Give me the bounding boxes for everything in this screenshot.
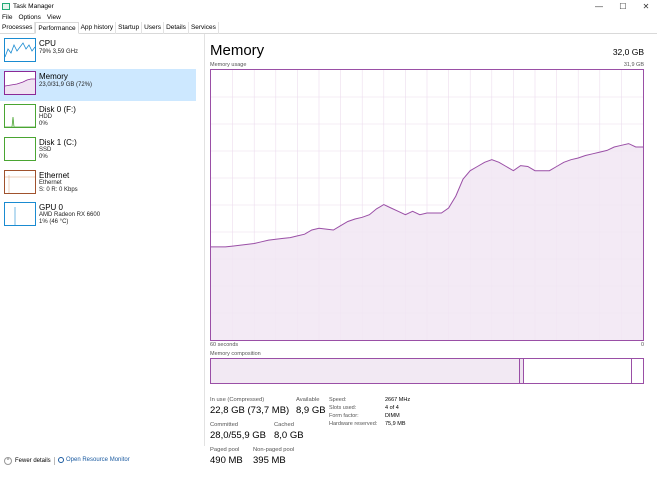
menu-options[interactable]: Options [16,14,44,21]
title-bar: Task Manager [0,0,657,12]
sidebar-item-type: SSD [39,147,52,153]
available-value: 8,9 GB [296,405,326,416]
memory-usage-max: 31,9 GB [623,62,644,68]
in-use-label: In use (Compressed) [210,397,265,403]
sidebar-item-detail: 1% (46 °C) [39,219,69,225]
sidebar-item-ethernet[interactable]: Ethernet Ethernet S: 0 R: 0 Kbps [0,168,196,200]
open-resource-monitor-link[interactable]: Open Resource Monitor [58,457,130,463]
sidebar-item-name: CPU [39,39,56,48]
tab-details[interactable]: Details [164,22,189,34]
axis-time-label: 60 seconds [210,342,239,348]
sidebar-item-memory[interactable]: Memory 23,0/31,9 GB (72%) [0,69,196,101]
fewer-details-label: Fewer details [15,458,51,464]
memory-thumbnail-graph [4,71,36,95]
sidebar-item-type: Ethernet [39,180,62,186]
sidebar-item-disk-1[interactable]: Disk 1 (C:) SSD 0% [0,135,196,167]
ethernet-thumbnail-graph [4,170,36,194]
tab-processes[interactable]: Processes [0,22,36,34]
menu-view[interactable]: View [45,14,65,21]
sidebar-item-type: HDD [39,114,52,120]
composition-standby-segment [523,359,633,383]
hardware-reserved-label: Hardware reserved: [329,421,378,427]
maximize-button[interactable]: ☐ [612,0,634,12]
menu-bar: File Options View [0,12,65,22]
axis-zero-label: 0 [640,342,644,348]
memory-usage-svg [211,70,643,340]
minimize-button[interactable]: — [588,0,610,12]
total-memory: 32,0 GB [612,47,644,57]
tab-bar: Processes Performance App history Startu… [0,22,657,34]
task-manager-icon [2,2,10,10]
fewer-details-button[interactable]: ^ Fewer details [4,457,51,465]
composition-in-use-segment [211,359,520,383]
sidebar-item-detail: 0% [39,154,48,160]
available-label: Available [296,397,320,403]
form-factor-label: Form factor: [329,413,359,419]
sidebar-item-name: Ethernet [39,171,70,180]
footer-separator [54,457,55,465]
in-use-value: 22,8 GB (73,7 MB) [210,405,290,416]
sidebar-item-detail: 23,0/31,9 GB (72%) [39,82,93,88]
gpu-thumbnail-graph [4,202,36,226]
close-button[interactable]: ✕ [635,0,657,12]
memory-usage-label: Memory usage [210,62,247,68]
form-factor-value: DIMM [385,413,400,419]
speed-value: 2667 MHz [385,397,411,403]
memory-composition-label: Memory composition [210,351,261,357]
sidebar-item-name: Disk 1 (C:) [39,138,77,147]
tab-services[interactable]: Services [189,22,219,34]
tab-app-history[interactable]: App history [79,22,117,34]
sidebar-item-cpu[interactable]: CPU 79% 3,59 GHz [0,36,196,68]
sidebar-item-detail: 0% [39,121,48,127]
disk0-thumbnail-graph [4,104,36,128]
slots-used-value: 4 of 4 [385,405,399,411]
sidebar-item-gpu-0[interactable]: GPU 0 AMD Radeon RX 6600 1% (46 °C) [0,200,196,232]
footer: ^ Fewer details Open Resource Monitor [0,446,657,500]
slots-used-label: Slots used: [329,405,357,411]
memory-composition-bar [210,358,644,384]
page-title: Memory [210,42,265,59]
tab-startup[interactable]: Startup [116,22,143,34]
disk1-thumbnail-graph [4,137,36,161]
sidebar-item-name: GPU 0 [39,203,64,212]
sidebar-item-disk-0[interactable]: Disk 0 (F:) HDD 0% [0,102,196,134]
sidebar-item-type: AMD Radeon RX 6600 [39,212,101,218]
chevron-up-icon: ^ [4,457,12,465]
cpu-thumbnail-graph [4,38,36,62]
speed-label: Speed: [329,397,347,403]
window-title: Task Manager [13,2,54,10]
sidebar-item-detail: S: 0 R: 0 Kbps [39,187,78,193]
tab-users[interactable]: Users [142,22,165,34]
open-resource-monitor-label: Open Resource Monitor [66,457,130,463]
committed-value: 28,0/55,9 GB [210,430,266,441]
committed-label: Committed [210,422,239,428]
sidebar-item-detail: 79% 3,59 GHz [39,49,79,55]
cached-value: 8,0 GB [274,430,304,441]
cached-label: Cached [274,422,294,428]
sidebar-item-name: Memory [39,72,68,81]
sidebar-item-name: Disk 0 (F:) [39,105,76,114]
menu-file[interactable]: File [0,14,16,21]
hardware-reserved-value: 75,9 MB [385,421,406,427]
tab-performance[interactable]: Performance [35,22,79,34]
resource-monitor-icon [58,457,64,463]
resource-sidebar: CPU 79% 3,59 GHz Memory 23,0/31,9 GB (72… [0,34,205,446]
memory-usage-chart [210,69,644,341]
